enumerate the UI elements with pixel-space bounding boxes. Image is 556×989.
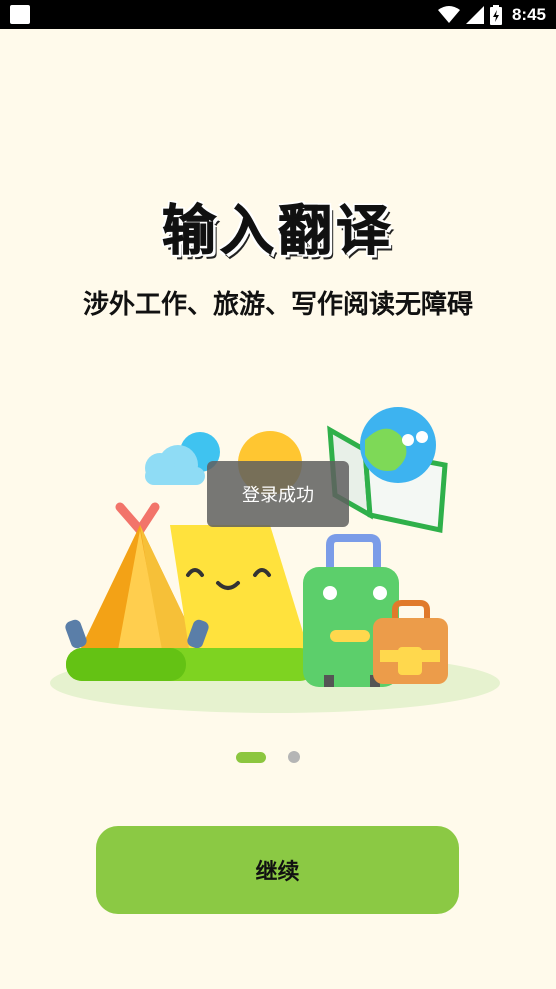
status-time: 8:45 bbox=[511, 4, 546, 24]
battery-icon bbox=[489, 4, 502, 25]
status-bar: 8:45 bbox=[0, 0, 556, 29]
page-dot-active[interactable] bbox=[236, 751, 266, 763]
wifi-icon bbox=[437, 5, 460, 23]
travel-illustration bbox=[50, 407, 500, 713]
app-notification-icon bbox=[10, 5, 30, 24]
page-dot[interactable] bbox=[288, 751, 300, 763]
onboarding-title: 输入翻译 bbox=[162, 199, 394, 263]
cellular-signal-icon bbox=[465, 5, 484, 24]
continue-button[interactable]: 继续 bbox=[96, 826, 459, 914]
page-indicator bbox=[236, 751, 300, 763]
onboarding-subtitle: 涉外工作、旅游、写作阅读无障碍 bbox=[82, 290, 473, 320]
toast-message: 登录成功 bbox=[207, 461, 349, 527]
